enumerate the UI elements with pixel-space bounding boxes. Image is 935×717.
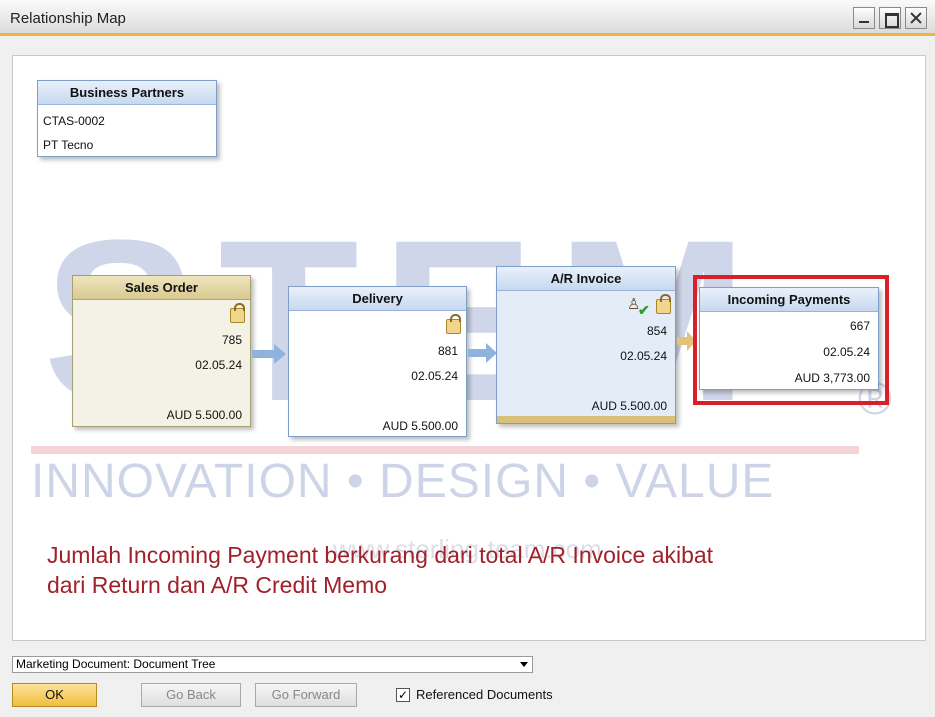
lock-icon [446,314,461,334]
arrow-icon [252,344,286,364]
ar-invoice-card[interactable]: A/R Invoice ♙ ✔ 854 02.05.24 AUD 5.500.0… [496,266,676,424]
delivery-card[interactable]: Delivery 881 02.05.24 AUD 5.500.00 [288,286,467,437]
title-bar: Relationship Map [0,0,935,36]
annotation-note: Jumlah Incoming Payment berkurang dari t… [47,540,713,600]
go-forward-button[interactable]: Go Forward [255,683,357,707]
view-type-select[interactable]: Marketing Document: Document Tree [12,656,533,673]
delivery-amount: AUD 5.500.00 [382,419,458,433]
delivery-number[interactable]: 881 [438,344,458,358]
watermark-tagline: INNOVATION • DESIGN • VALUE [31,455,775,508]
maximize-icon[interactable] [879,7,901,29]
close-icon[interactable] [905,7,927,29]
annotation-line-1: Jumlah Incoming Payment berkurang dari t… [47,542,714,568]
selection-bar [497,416,675,423]
business-partners-card[interactable]: Business Partners CTAS-0002 PT Tecno [37,80,217,157]
ar-invoice-date: 02.05.24 [620,349,667,363]
checkmark-icon: ✔ [638,302,650,318]
view-type-value: Marketing Document: Document Tree [16,657,216,671]
watermark-divider [31,446,859,454]
business-partners-header: Business Partners [38,81,216,105]
sales-order-date: 02.05.24 [195,358,242,372]
sales-order-number[interactable]: 785 [222,333,242,347]
ar-invoice-header: A/R Invoice [497,267,675,291]
partner-code[interactable]: CTAS-0002 [43,114,105,128]
lock-icon [656,294,671,314]
referenced-documents-checkbox[interactable]: ✓ [396,688,410,702]
go-back-button[interactable]: Go Back [141,683,241,707]
partner-name: PT Tecno [43,138,94,152]
annotation-line-2: dari Return dan A/R Credit Memo [47,572,388,598]
referenced-documents-label: Referenced Documents [416,687,553,702]
ok-button[interactable]: OK [12,683,97,707]
sales-order-header: Sales Order [73,276,250,300]
lock-icon [230,303,245,323]
sales-order-card[interactable]: Sales Order 785 02.05.24 AUD 5.500.00 [72,275,251,427]
delivery-date: 02.05.24 [411,369,458,383]
highlight-box [693,275,889,405]
sales-order-amount: AUD 5.500.00 [166,408,242,422]
window-title: Relationship Map [10,10,126,27]
arrow-icon [468,343,497,363]
ar-invoice-amount: AUD 5.500.00 [591,399,667,413]
delivery-header: Delivery [289,287,466,311]
ar-invoice-number[interactable]: 854 [647,324,667,338]
minimize-icon[interactable] [853,7,875,29]
chevron-down-icon[interactable] [520,662,528,667]
relationship-map-canvas: STEM ® INNOVATION • DESIGN • VALUE www.s… [12,55,926,641]
